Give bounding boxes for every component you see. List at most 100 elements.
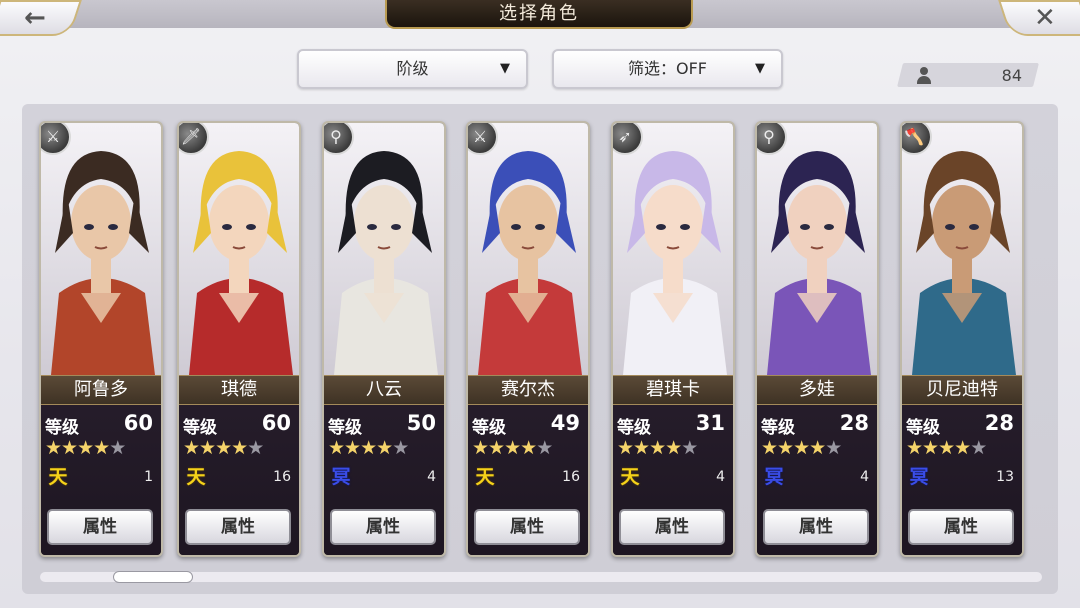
attribute-button[interactable]: 属性 (47, 509, 153, 545)
character-stats: 等级 60 ★★★★★ 天 1 属性 (41, 405, 161, 555)
tier-count: 16 (562, 469, 580, 485)
star-icon: ★ (536, 437, 553, 459)
star-icon: ★ (376, 437, 393, 459)
close-button[interactable]: ✕ (998, 0, 1080, 36)
character-card[interactable]: 🪓 贝尼迪特 等级 28 ★★★★★ 冥 13 属性 (900, 121, 1024, 557)
star-icon: ★ (825, 437, 842, 459)
level-value: 60 (123, 411, 153, 435)
star-icon: ★ (520, 437, 537, 459)
star-icon: ★ (488, 437, 505, 459)
tier-count: 4 (716, 469, 725, 485)
level-label: 等级 (45, 418, 79, 438)
level-value: 28 (839, 411, 869, 435)
star-rating: ★★★★★ (906, 437, 987, 459)
star-icon: ★ (61, 437, 78, 459)
filter-dropdown[interactable]: 筛选：OFF ▼ (552, 49, 783, 89)
star-icon: ★ (681, 437, 698, 459)
level-value: 50 (406, 411, 436, 435)
star-icon: ★ (199, 437, 216, 459)
rank-sort-dropdown[interactable]: 阶级 ▼ (297, 49, 528, 89)
character-name: 贝尼迪特 (902, 375, 1022, 405)
character-name: 碧琪卡 (613, 375, 733, 405)
star-rating: ★★★★★ (328, 437, 409, 459)
star-icon: ★ (45, 437, 62, 459)
level-label: 等级 (183, 418, 217, 438)
level-value: 60 (261, 411, 291, 435)
star-icon: ★ (328, 437, 345, 459)
character-portrait[interactable] (757, 123, 877, 375)
attribute-button[interactable]: 属性 (330, 509, 436, 545)
character-card[interactable]: ➶ 碧琪卡 等级 31 ★★★★★ 天 4 属性 (611, 121, 735, 557)
tier-badge: 冥 (764, 466, 784, 488)
back-arrow-icon: ← (24, 3, 46, 33)
star-icon: ★ (970, 437, 987, 459)
character-card[interactable]: ⚲ 八云 等级 50 ★★★★★ 冥 4 属性 (322, 121, 446, 557)
attribute-button[interactable]: 属性 (619, 509, 725, 545)
tier-count: 1 (144, 469, 153, 485)
character-card[interactable]: ⚔ 赛尔杰 等级 49 ★★★★★ 天 16 属性 (466, 121, 590, 557)
character-portrait[interactable] (613, 123, 733, 375)
character-card[interactable]: ⚔ 阿鲁多 等级 60 ★★★★★ 天 1 属性 (39, 121, 163, 557)
star-icon: ★ (938, 437, 955, 459)
level-label: 等级 (472, 418, 506, 438)
tier-badge: 天 (48, 466, 68, 488)
star-icon: ★ (665, 437, 682, 459)
level-label: 等级 (617, 418, 651, 438)
level-label: 等级 (328, 418, 362, 438)
star-rating: ★★★★★ (183, 437, 264, 459)
character-stats: 等级 49 ★★★★★ 天 16 属性 (468, 405, 588, 555)
star-rating: ★★★★★ (761, 437, 842, 459)
star-icon: ★ (954, 437, 971, 459)
chevron-down-icon: ▼ (500, 61, 510, 76)
star-rating: ★★★★★ (617, 437, 698, 459)
star-icon: ★ (633, 437, 650, 459)
star-icon: ★ (922, 437, 939, 459)
page-title: 选择角色 (385, 0, 693, 29)
character-name: 阿鲁多 (41, 375, 161, 405)
attribute-button[interactable]: 属性 (908, 509, 1014, 545)
character-stats: 等级 31 ★★★★★ 天 4 属性 (613, 405, 733, 555)
star-icon: ★ (344, 437, 361, 459)
character-name: 多娃 (757, 375, 877, 405)
character-card[interactable]: 🗡 琪德 等级 60 ★★★★★ 天 16 属性 (177, 121, 301, 557)
star-icon: ★ (93, 437, 110, 459)
star-rating: ★★★★★ (472, 437, 553, 459)
star-icon: ★ (77, 437, 94, 459)
attribute-button[interactable]: 属性 (474, 509, 580, 545)
tier-badge: 天 (186, 466, 206, 488)
level-label: 等级 (761, 418, 795, 438)
tier-count: 13 (996, 469, 1014, 485)
character-card[interactable]: ⚲ 多娃 等级 28 ★★★★★ 冥 4 属性 (755, 121, 879, 557)
character-portrait[interactable] (179, 123, 299, 375)
tier-badge: 冥 (331, 466, 351, 488)
attribute-button[interactable]: 属性 (763, 509, 869, 545)
tier-count: 16 (273, 469, 291, 485)
rank-sort-label: 阶级 (396, 59, 429, 78)
character-portrait[interactable] (468, 123, 588, 375)
star-icon: ★ (793, 437, 810, 459)
character-portrait[interactable] (324, 123, 444, 375)
star-icon: ★ (617, 437, 634, 459)
level-label: 等级 (906, 418, 940, 438)
tier-count: 4 (860, 469, 869, 485)
filter-label: 筛选：OFF (627, 59, 707, 78)
character-stats: 等级 28 ★★★★★ 冥 13 属性 (902, 405, 1022, 555)
chevron-down-icon: ▼ (755, 61, 765, 76)
character-portrait[interactable] (41, 123, 161, 375)
level-value: 49 (550, 411, 580, 435)
character-name: 赛尔杰 (468, 375, 588, 405)
character-portrait[interactable] (902, 123, 1022, 375)
tier-badge: 冥 (909, 466, 929, 488)
star-icon: ★ (761, 437, 778, 459)
star-icon: ★ (360, 437, 377, 459)
star-icon: ★ (472, 437, 489, 459)
scrollbar-thumb[interactable] (113, 571, 193, 583)
tier-count: 4 (427, 469, 436, 485)
character-name: 八云 (324, 375, 444, 405)
tier-badge: 天 (475, 466, 495, 488)
star-icon: ★ (109, 437, 126, 459)
star-icon: ★ (906, 437, 923, 459)
close-icon: ✕ (1034, 3, 1056, 33)
back-button[interactable]: ← (0, 0, 82, 36)
attribute-button[interactable]: 属性 (185, 509, 291, 545)
